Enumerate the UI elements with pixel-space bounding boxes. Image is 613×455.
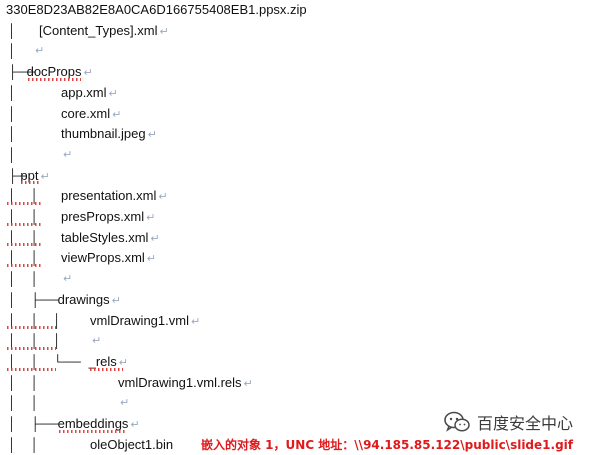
spellcheck-squiggle xyxy=(88,367,123,371)
tree-line: │ thumbnail.jpeg ↵ xyxy=(0,124,613,145)
spellcheck-squiggle xyxy=(57,429,126,433)
spellcheck-squiggle xyxy=(6,346,56,350)
tree-prefix: │ xyxy=(8,22,31,38)
paragraph-mark: ↵ xyxy=(150,232,160,245)
tree-prefix: │ ├── xyxy=(8,416,59,431)
spellcheck-squiggle xyxy=(6,222,44,226)
paragraph-mark: ↵ xyxy=(111,294,121,307)
file-name: presProps.xml ↵ xyxy=(61,209,156,224)
paragraph-mark: ↵ xyxy=(146,253,157,266)
paragraph-mark: ↵ xyxy=(120,397,130,410)
paragraph-mark: ↵ xyxy=(147,129,157,142)
unc-annotation: 嵌入的对象 1，UNC 地址：\\94.185.85.122\public\sl… xyxy=(201,438,573,452)
file-name: presentation.xml ↵ xyxy=(61,188,168,204)
tree-prefix: │ xyxy=(8,105,17,121)
spellcheck-squiggle xyxy=(20,181,41,185)
paragraph-mark: ↵ xyxy=(243,377,253,390)
tree-prefix: │ │ xyxy=(8,436,39,452)
tree-line: │ │ │ ↵ xyxy=(0,331,613,352)
spellcheck-squiggle xyxy=(6,264,44,268)
tree-line: │ │ ↵ xyxy=(0,269,613,290)
paragraph-mark: ↵ xyxy=(40,170,50,183)
paragraph-mark: ↵ xyxy=(190,315,201,328)
file-name: oleObject1.bin xyxy=(90,436,174,452)
watermark-text: 百度安全中心 xyxy=(477,414,574,433)
tree-line: │ │ presentation.xml ↵ xyxy=(0,186,613,207)
tree-line: │ │ │ vmlDrawing1.vml ↵ xyxy=(0,311,613,332)
file-name: app.xml ↵ xyxy=(61,84,118,100)
tree-line: ├─ ppt ↵ xyxy=(0,166,613,187)
tree-prefix: │ │ xyxy=(8,395,39,411)
tree-line: │ ↵ xyxy=(0,41,613,62)
spellcheck-squiggle xyxy=(6,201,44,205)
tree-line: │ │ viewProps.xml ↵ xyxy=(0,248,613,269)
paragraph-mark: ↵ xyxy=(112,108,122,121)
document-page: 330E8D23AB82E8A0CA6D166755408EB1.ppsx.zi… xyxy=(0,0,613,454)
wechat-icon xyxy=(444,411,470,432)
paragraph-mark: ↵ xyxy=(63,273,73,286)
file-name: tableStyles.xml ↵ xyxy=(61,229,160,245)
paragraph-mark: ↵ xyxy=(159,25,169,38)
tree-line: │ app.xml ↵ xyxy=(0,83,613,104)
file-name: [Content_Types].xml ↵ xyxy=(39,22,169,38)
tree-line: ├── docProps ↵ xyxy=(0,62,613,83)
paragraph-mark: ↵ xyxy=(35,45,45,58)
tree-line: │ core.xml ↵ xyxy=(0,104,613,125)
tree-line: │ [Content_Types].xml ↵ xyxy=(0,21,613,42)
file-name: drawings ↵ xyxy=(57,291,121,307)
spellcheck-squiggle xyxy=(6,326,56,330)
file-name: core.xml ↵ xyxy=(61,105,122,121)
paragraph-mark: ↵ xyxy=(108,87,118,100)
spellcheck-squiggle xyxy=(6,367,56,371)
tree-line: │ │ presProps.xml ↵ xyxy=(0,207,613,228)
spellcheck-squiggle xyxy=(6,243,44,247)
tree-line: │ │ └── _rels ↵ xyxy=(0,352,613,373)
tree-line: │ ├── drawings ↵ xyxy=(0,290,613,311)
file-name: 330E8D23AB82E8A0CA6D166755408EB1.ppsx.zi… xyxy=(6,2,307,17)
tree-line: │ │ vmlDrawing1.vml.rels ↵ xyxy=(0,373,613,394)
file-name: thumbnail.jpeg ↵ xyxy=(61,126,157,142)
tree-prefix: │ │ xyxy=(8,374,39,390)
paragraph-mark: ↵ xyxy=(158,191,168,204)
tree-prefix: │ xyxy=(8,146,17,162)
tree-line: │ ↵ xyxy=(0,145,613,166)
paragraph-mark: ↵ xyxy=(83,67,93,80)
file-name: vmlDrawing1.vml ↵ xyxy=(90,312,201,328)
file-name: viewProps.xml ↵ xyxy=(61,250,157,266)
tree-prefix: │ xyxy=(8,43,17,59)
paragraph-mark: ↵ xyxy=(130,419,140,431)
tree-prefix: │ │ xyxy=(8,271,39,287)
spellcheck-squiggle xyxy=(26,77,82,81)
tree-prefix: │ ├── xyxy=(8,291,59,307)
tree-line: │ │ tableStyles.xml ↵ xyxy=(0,228,613,249)
watermark: 百度安全中心 xyxy=(443,410,573,434)
tree-line: 330E8D23AB82E8A0CA6D166755408EB1.ppsx.zi… xyxy=(0,0,613,21)
paragraph-mark: ↵ xyxy=(92,335,102,348)
paragraph-mark: ↵ xyxy=(63,148,73,161)
paragraph-mark: ↵ xyxy=(146,212,156,224)
tree-prefix: │ xyxy=(8,126,17,142)
tree-prefix: │ xyxy=(8,84,17,100)
file-name: vmlDrawing1.vml.rels ↵ xyxy=(118,374,253,390)
